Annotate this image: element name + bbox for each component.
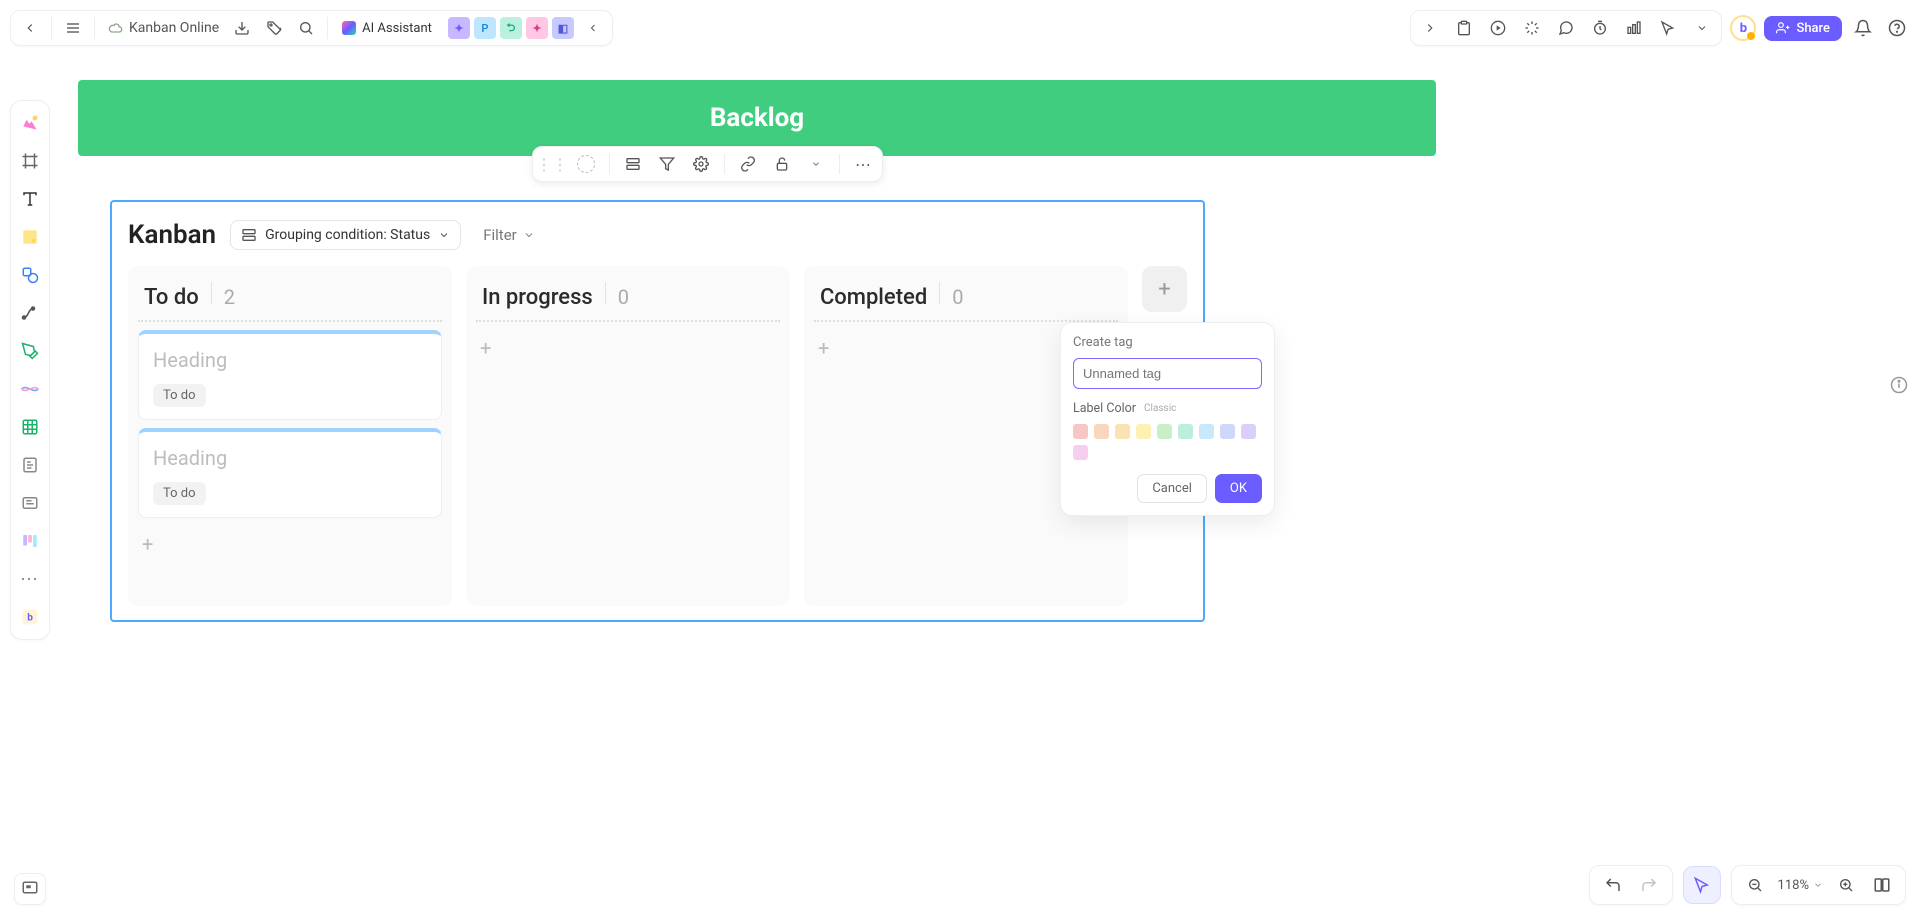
color-swatch[interactable] — [1199, 424, 1214, 439]
drag-handle-icon[interactable]: ⋮⋮ — [541, 153, 563, 175]
column-inprogress[interactable]: In progress 0 + — [466, 266, 790, 606]
grouping-icon — [241, 227, 257, 243]
settings-icon[interactable] — [690, 153, 712, 175]
create-tag-popover: Create tag Label Color Classic Cancel OK — [1060, 322, 1275, 516]
column-title: Completed — [820, 285, 927, 310]
card-tag[interactable]: To do — [153, 482, 206, 505]
color-swatch[interactable] — [1115, 424, 1130, 439]
kanban-board[interactable]: Kanban Grouping condition: Status Filter… — [110, 200, 1205, 622]
card-tag[interactable]: To do — [153, 384, 206, 407]
grouping-label: Grouping condition: Status — [265, 227, 430, 243]
color-swatch[interactable] — [1220, 424, 1235, 439]
backlog-title: Backlog — [710, 103, 804, 133]
color-swatch[interactable] — [1073, 424, 1088, 439]
filter-label: Filter — [483, 226, 517, 244]
column-todo[interactable]: To do 2 Heading To do Heading To do + — [128, 266, 452, 606]
chevron-down-small-icon[interactable] — [805, 153, 827, 175]
more-icon[interactable]: ⋯ — [852, 153, 874, 175]
column-count: 0 — [952, 285, 963, 309]
column-title: In progress — [482, 285, 593, 310]
color-swatch[interactable] — [1178, 424, 1193, 439]
card-heading[interactable]: Heading — [153, 446, 427, 470]
color-swatch[interactable] — [1094, 424, 1109, 439]
selection-toolbar: ⋮⋮ ⋯ — [532, 146, 883, 182]
column-title: To do — [144, 285, 199, 310]
board-columns: To do 2 Heading To do Heading To do + — [128, 266, 1187, 606]
column-count: 2 — [224, 285, 235, 309]
filter-button[interactable]: Filter — [483, 226, 535, 244]
color-swatch[interactable] — [1157, 424, 1172, 439]
color-swatch[interactable] — [1073, 445, 1088, 460]
grouping-condition-button[interactable]: Grouping condition: Status — [230, 220, 461, 250]
add-card-button[interactable]: + — [138, 526, 442, 562]
card-heading[interactable]: Heading — [153, 348, 427, 372]
filter-icon[interactable] — [656, 153, 678, 175]
chevron-down-icon — [438, 229, 450, 241]
backlog-banner[interactable]: Backlog — [78, 80, 1436, 156]
color-fill-icon[interactable] — [575, 153, 597, 175]
card-view-icon[interactable] — [622, 153, 644, 175]
link-icon[interactable] — [737, 153, 759, 175]
add-column-button[interactable]: + — [1142, 266, 1187, 312]
cancel-button[interactable]: Cancel — [1137, 474, 1207, 503]
popover-title: Create tag — [1073, 335, 1262, 350]
chevron-down-icon — [523, 229, 535, 241]
color-swatch[interactable] — [1241, 424, 1256, 439]
label-color-sublabel: Classic — [1144, 403, 1176, 414]
canvas[interactable]: Backlog ⋮⋮ ⋯ Kanban Grouping condition: … — [0, 0, 1920, 919]
label-color-label: Label Color — [1073, 401, 1136, 416]
kanban-card[interactable]: Heading To do — [138, 428, 442, 518]
board-header: Kanban Grouping condition: Status Filter — [128, 220, 1187, 250]
kanban-card[interactable]: Heading To do — [138, 330, 442, 420]
board-title: Kanban — [128, 220, 216, 250]
tag-name-input[interactable] — [1073, 358, 1262, 389]
color-swatch[interactable] — [1136, 424, 1151, 439]
color-swatches — [1073, 424, 1262, 460]
column-count: 0 — [618, 285, 629, 309]
lock-icon[interactable] — [771, 153, 793, 175]
add-card-button[interactable]: + — [476, 330, 780, 366]
ok-button[interactable]: OK — [1215, 474, 1262, 503]
